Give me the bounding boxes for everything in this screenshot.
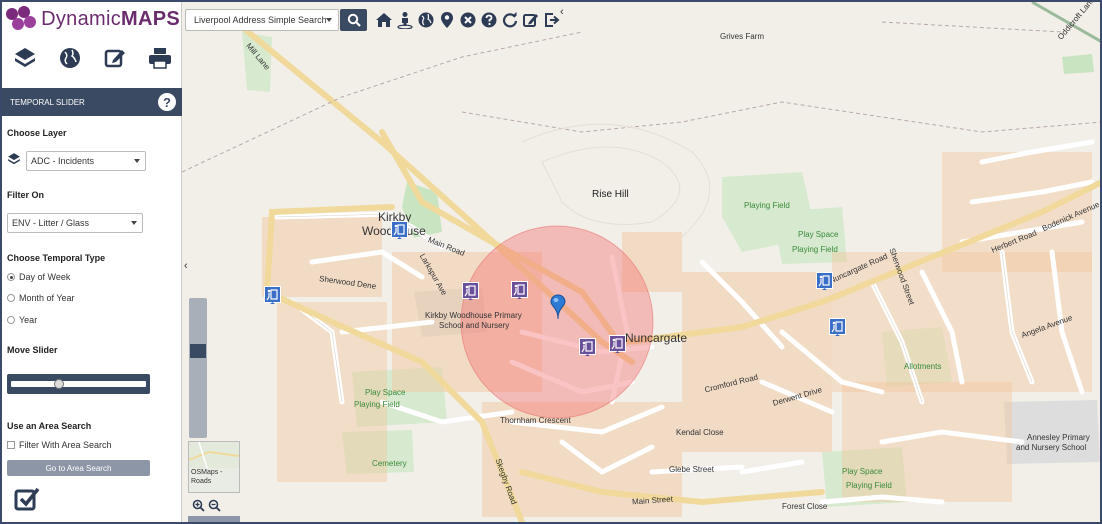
incident-marker[interactable] bbox=[511, 281, 528, 300]
map-label-play-space-2: Play Space bbox=[365, 388, 406, 397]
radio-dot[interactable] bbox=[7, 294, 15, 302]
map-label-cemetery: Cemetery bbox=[372, 459, 407, 468]
map-canvas[interactable]: Kirkby Woodhouse Nuncargate Rise Hill Gr… bbox=[182, 2, 1100, 522]
map-label-playing-field-3: Playing Field bbox=[354, 400, 400, 409]
basemap-switcher[interactable]: OSMaps - Roads bbox=[188, 441, 240, 493]
incident-marker[interactable] bbox=[462, 282, 479, 301]
map-toolbar bbox=[373, 8, 562, 32]
map-base bbox=[182, 2, 1100, 522]
globe-icon[interactable] bbox=[56, 44, 84, 72]
panel-header: TEMPORAL SLIDER ? bbox=[2, 88, 182, 116]
refresh-icon[interactable] bbox=[499, 9, 520, 31]
radio-dot[interactable] bbox=[7, 273, 15, 281]
go-to-area-search-button[interactable]: Go to Area Search bbox=[7, 460, 150, 476]
search-type-value: Liverpool Address Simple Search bbox=[194, 15, 327, 25]
incident-marker[interactable] bbox=[264, 286, 281, 305]
map-label-playing-field-4: Playing Field bbox=[846, 481, 892, 490]
radio-year[interactable]: Year bbox=[7, 315, 37, 325]
logo-mark-icon bbox=[4, 6, 37, 32]
slider-handle[interactable] bbox=[54, 379, 64, 389]
choose-layer-label: Choose Layer bbox=[7, 128, 67, 138]
zoom-in-icon[interactable] bbox=[190, 498, 206, 512]
zoom-buttons bbox=[190, 498, 222, 512]
map-label-thornham: Thornham Crescent bbox=[500, 416, 571, 425]
logo-text: DynamicMAPS bbox=[41, 7, 180, 30]
map-label-kendal: Kendal Close bbox=[676, 428, 724, 437]
radio-label: Month of Year bbox=[19, 293, 75, 303]
checkbox-label: Filter With Area Search bbox=[19, 440, 112, 450]
location-pin-icon[interactable] bbox=[550, 294, 566, 320]
zoom-out-icon[interactable] bbox=[206, 498, 222, 512]
radio-dot[interactable] bbox=[7, 316, 15, 324]
zoom-slider[interactable] bbox=[189, 298, 207, 438]
radio-label: Day of Week bbox=[19, 272, 71, 282]
chevron-down-icon bbox=[134, 159, 140, 163]
clear-icon[interactable] bbox=[457, 9, 478, 31]
app-frame: DynamicMAPS TEMPORAL SLIDER ? Choose Lay… bbox=[0, 0, 1102, 524]
layers-icon[interactable] bbox=[11, 44, 39, 72]
collapse-toolbar-icon[interactable]: ‹ bbox=[560, 6, 564, 18]
help-icon[interactable]: ? bbox=[158, 93, 176, 111]
filter-select-value: ENV - Litter / Glass bbox=[12, 218, 90, 228]
basemap-preview bbox=[188, 441, 240, 469]
edit-icon[interactable] bbox=[520, 9, 541, 31]
layer-select-value: ADC - Incidents bbox=[31, 156, 95, 166]
checkbox-checked-icon[interactable] bbox=[14, 486, 40, 512]
map-label-school-1: Kirkby Woodhouse Primary bbox=[425, 311, 522, 320]
chevron-down-icon bbox=[131, 221, 137, 225]
radio-month-of-year[interactable]: Month of Year bbox=[7, 293, 75, 303]
slider-rail bbox=[11, 381, 146, 387]
radio-day-of-week[interactable]: Day of Week bbox=[7, 272, 70, 282]
filter-on-label: Filter On bbox=[7, 190, 45, 200]
map-label-playing-field-1: Playing Field bbox=[744, 201, 790, 210]
search-button[interactable] bbox=[340, 9, 367, 31]
search-type-select[interactable]: Liverpool Address Simple Search bbox=[185, 9, 339, 31]
logout-icon[interactable] bbox=[541, 9, 562, 31]
home-icon[interactable] bbox=[373, 9, 394, 31]
map-label-annesley-2: and Nursery School bbox=[1016, 443, 1087, 452]
map-label-annesley-1: Annesley Primary bbox=[1027, 433, 1090, 442]
layers-small-icon bbox=[7, 152, 21, 171]
radio-label: Year bbox=[19, 315, 38, 325]
map-label-play-space-1: Play Space bbox=[798, 230, 839, 239]
area-search-label: Use an Area Search bbox=[7, 421, 92, 431]
map-label-glebe: Glebe Street bbox=[669, 465, 714, 474]
panel-title: TEMPORAL SLIDER bbox=[10, 97, 85, 107]
incident-marker[interactable] bbox=[829, 318, 846, 337]
incident-marker[interactable] bbox=[816, 272, 833, 291]
incident-marker[interactable] bbox=[391, 221, 408, 240]
chevron-down-icon bbox=[326, 18, 332, 22]
filter-select[interactable]: ENV - Litter / Glass bbox=[7, 213, 143, 233]
sidebar-tool-row bbox=[2, 40, 182, 76]
edit-icon[interactable] bbox=[101, 44, 129, 72]
temporal-slider[interactable] bbox=[7, 374, 150, 394]
search-icon bbox=[347, 13, 361, 27]
map-label-grives-farm: Grives Farm bbox=[720, 32, 764, 41]
help-icon[interactable] bbox=[478, 9, 499, 31]
map-label-forest-close: Forest Close bbox=[782, 502, 828, 511]
map-label-nuncargate: Nuncargate bbox=[625, 331, 688, 345]
incident-marker[interactable] bbox=[609, 335, 626, 354]
collapse-sidebar-icon[interactable]: ‹ bbox=[184, 260, 192, 274]
zoom-handle[interactable] bbox=[190, 344, 206, 358]
map-label-rise-hill: Rise Hill bbox=[592, 189, 629, 200]
sidebar: DynamicMAPS TEMPORAL SLIDER ? Choose Lay… bbox=[2, 2, 182, 522]
incident-marker[interactable] bbox=[579, 338, 596, 357]
move-slider-label: Move Slider bbox=[7, 345, 58, 355]
basemap-label: OSMaps - Roads bbox=[191, 469, 223, 485]
map-label-allotments: Allotments bbox=[904, 362, 942, 371]
logo: DynamicMAPS bbox=[4, 4, 180, 34]
bottom-control-bar[interactable] bbox=[188, 516, 240, 522]
globe-icon[interactable] bbox=[415, 9, 436, 31]
filter-area-checkbox[interactable]: Filter With Area Search bbox=[7, 440, 112, 450]
location-pin-icon[interactable] bbox=[436, 9, 457, 31]
map-label-school-2: School and Nursery bbox=[439, 321, 510, 330]
person-icon[interactable] bbox=[394, 9, 415, 31]
map-label-playing-field-2: Playing Field bbox=[792, 245, 838, 254]
temporal-type-label: Choose Temporal Type bbox=[7, 253, 106, 263]
print-icon[interactable] bbox=[146, 44, 174, 72]
map-label-play-space-3: Play Space bbox=[842, 467, 883, 476]
layer-select[interactable]: ADC - Incidents bbox=[26, 151, 146, 171]
checkbox-box[interactable] bbox=[7, 441, 15, 449]
